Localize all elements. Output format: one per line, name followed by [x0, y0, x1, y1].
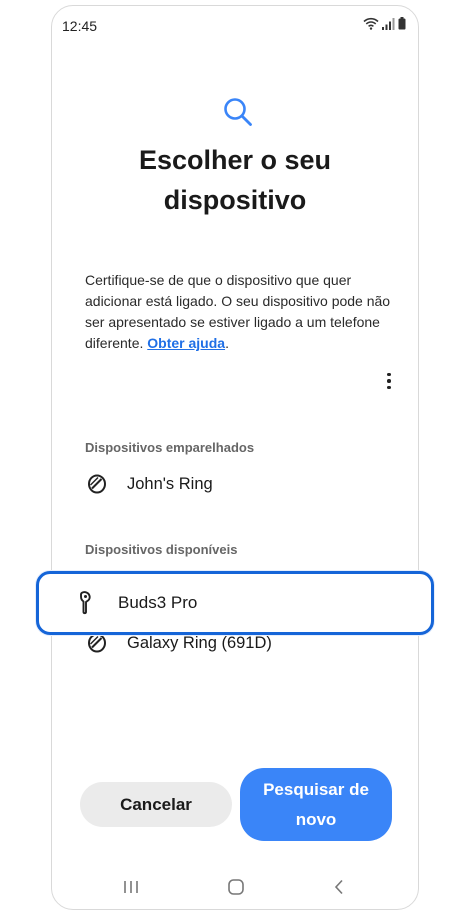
page-title-line1: Escolher o seu	[138, 145, 332, 175]
status-bar: 12:45	[52, 6, 418, 46]
description: Certifique-se de que o dispositivo que q…	[85, 270, 395, 354]
description-text: Certifique-se de que o dispositivo que q…	[85, 272, 391, 351]
more-dot-icon	[387, 372, 391, 377]
phone-screen: 12:45 Escolher o seu dispositivo Certifi…	[51, 5, 419, 910]
paired-devices-label: Dispositivos emparelhados	[85, 440, 255, 455]
back-button[interactable]	[324, 872, 354, 902]
ring-icon	[85, 472, 109, 496]
highlighted-device-item[interactable]: Buds3 Pro	[36, 571, 434, 635]
page-title: Escolher o seu dispositivo	[52, 140, 418, 220]
navigation-bar	[52, 872, 418, 902]
battery-icon	[398, 17, 406, 30]
signal-icon	[382, 17, 395, 30]
recents-button[interactable]	[116, 872, 146, 902]
home-button[interactable]	[221, 872, 251, 902]
more-dot-icon	[387, 379, 391, 383]
cancel-button[interactable]: Cancelar	[80, 782, 232, 827]
status-icons	[363, 17, 406, 30]
device-name: Buds3 Pro	[118, 593, 198, 612]
earbud-icon	[74, 591, 98, 615]
more-options-button[interactable]	[378, 366, 400, 396]
recents-icon	[124, 881, 138, 893]
back-icon	[334, 879, 343, 895]
paired-device-item[interactable]: John's Ring	[85, 466, 405, 502]
device-name: John's Ring	[127, 474, 213, 493]
device-name: Galaxy Ring (691D)	[127, 633, 272, 652]
description-end: .	[225, 335, 229, 351]
search-again-button[interactable]: Pesquisar de novo	[240, 768, 392, 841]
page-title-line2: dispositivo	[163, 185, 307, 215]
search-icon	[224, 98, 252, 126]
more-dot-icon	[387, 385, 391, 390]
home-icon	[228, 879, 244, 895]
status-time: 12:45	[62, 18, 98, 34]
wifi-icon	[363, 17, 379, 30]
help-link[interactable]: Obter ajuda	[147, 335, 225, 351]
available-devices-label: Dispositivos disponíveis	[85, 542, 238, 557]
